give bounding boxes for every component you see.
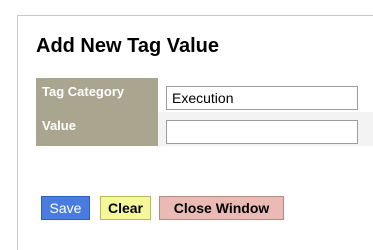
value-cell: [158, 112, 373, 146]
dialog-panel: Add New Tag Value Tag Category Value Sav…: [17, 15, 373, 250]
value-row: Value: [36, 112, 373, 146]
value-input[interactable]: [166, 120, 358, 144]
tag-value-form: Tag Category Value: [36, 78, 373, 146]
clear-button[interactable]: Clear: [100, 196, 151, 220]
tag-category-cell: [158, 78, 373, 112]
dialog-title: Add New Tag Value: [36, 35, 219, 57]
tag-category-input[interactable]: [166, 86, 358, 110]
save-button[interactable]: Save: [41, 196, 90, 220]
tag-category-row: Tag Category: [36, 78, 373, 112]
value-label: Value: [36, 112, 158, 146]
tag-category-label: Tag Category: [36, 78, 158, 112]
close-window-button[interactable]: Close Window: [159, 196, 284, 220]
